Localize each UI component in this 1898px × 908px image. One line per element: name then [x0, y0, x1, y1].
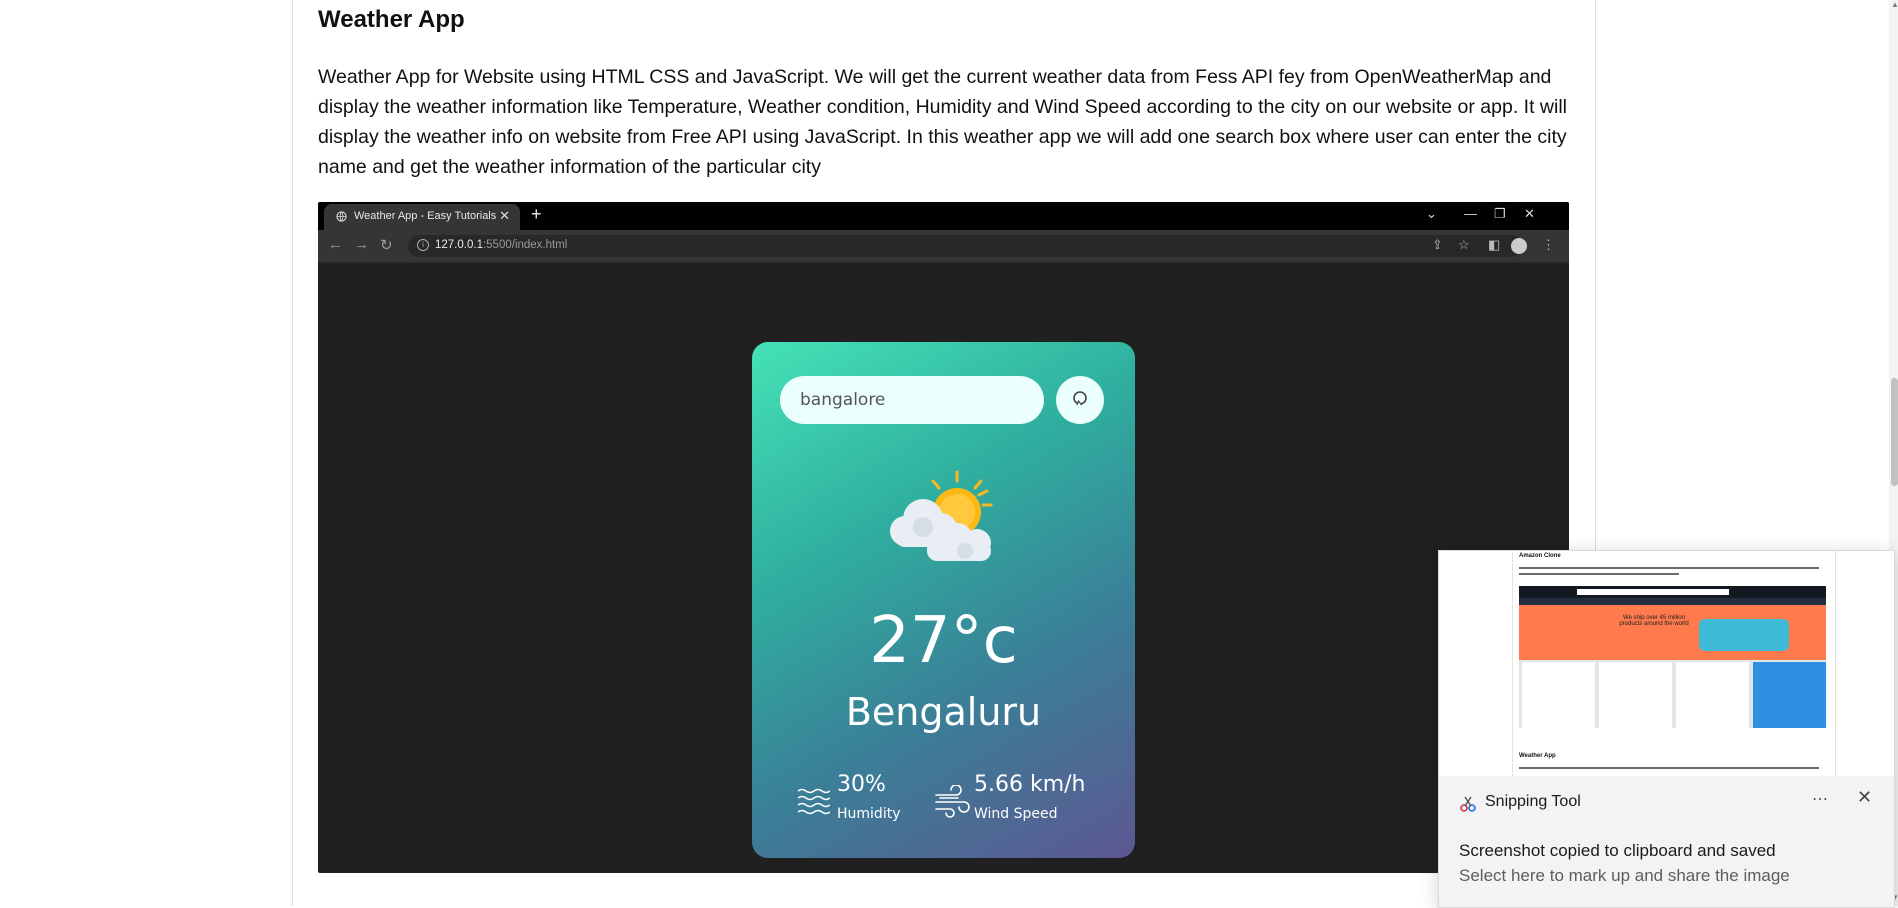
screenshot-preview[interactable]: Amazon Clone We ship over 45 million pro… — [1439, 551, 1894, 776]
scroll-up-icon[interactable]: ▲ — [1891, 0, 1898, 9]
preview-footer-heading: Weather App — [1519, 753, 1556, 759]
url-path: :5500/index.html — [482, 239, 568, 251]
browser-address-bar: ← → ↻ i 127.0.0.1:5500/index.html ⇪ ☆ ◧ … — [318, 230, 1569, 263]
weather-card: 27°c Bengaluru 30% Humidity 5.66 km/h Wi… — [752, 342, 1135, 858]
weather-app-screenshot: Weather App - Easy Tutorials ✕ + ⌄ — ❐ ✕… — [318, 202, 1569, 873]
share-icon[interactable]: ⇪ — [1432, 237, 1443, 253]
wind-icon — [935, 785, 970, 818]
browser-tab-bar: Weather App - Easy Tutorials ✕ + ⌄ — ❐ ✕ — [318, 202, 1569, 230]
tab-close-icon[interactable]: ✕ — [499, 208, 510, 224]
search-icon — [1073, 391, 1087, 406]
snipping-tool-notification[interactable]: Amazon Clone We ship over 45 million pro… — [1438, 550, 1895, 908]
browser-tab[interactable]: Weather App - Easy Tutorials ✕ — [324, 204, 520, 230]
wind-speed-label: Wind Speed — [974, 806, 1058, 822]
city-name: Bengaluru — [845, 690, 1042, 734]
back-icon[interactable]: ← — [328, 236, 343, 253]
profile-avatar-icon[interactable] — [1511, 238, 1527, 254]
humidity-waves-icon — [797, 788, 830, 815]
tab-search-icon[interactable]: ⌄ — [1426, 206, 1437, 222]
wind-speed-value: 5.66 km/h — [974, 772, 1086, 797]
partly-cloudy-sun-icon — [890, 470, 993, 561]
restore-icon[interactable]: ❐ — [1494, 206, 1506, 222]
temperature: 27°c — [869, 604, 1018, 678]
search-button[interactable] — [1056, 376, 1104, 424]
humidity-label: Humidity — [837, 806, 901, 822]
snipping-tool-icon — [1460, 796, 1476, 812]
reload-icon[interactable]: ↻ — [380, 236, 393, 254]
toast-sub-message: Select here to mark up and share the ima… — [1459, 866, 1790, 885]
preview-hero-text: We ship over 45 million products around … — [1619, 615, 1689, 627]
toast-close-icon[interactable]: ✕ — [1857, 787, 1872, 808]
side-panel-icon[interactable]: ◧ — [1488, 237, 1500, 253]
toast-message: Screenshot copied to clipboard and saved — [1459, 841, 1776, 860]
toast-app-name: Snipping Tool — [1485, 793, 1581, 810]
tab-title: Weather App - Easy Tutorials — [354, 210, 497, 222]
bookmark-star-icon[interactable]: ☆ — [1458, 237, 1470, 253]
site-info-icon[interactable]: i — [417, 239, 429, 251]
article-description: Weather App for Website using HTML CSS a… — [318, 66, 1568, 178]
preview-amazon-image: We ship over 45 million products around … — [1519, 586, 1826, 728]
menu-kebab-icon[interactable]: ⋮ — [1542, 237, 1555, 253]
url-host: 127.0.0.1 — [435, 239, 483, 251]
article-title: Weather App — [318, 6, 465, 33]
globe-icon — [336, 211, 347, 222]
preview-heading: Amazon Clone — [1519, 553, 1561, 559]
scrollbar-thumb[interactable] — [1891, 378, 1898, 486]
minimize-icon[interactable]: — — [1464, 206, 1477, 221]
forward-icon[interactable]: → — [354, 236, 369, 253]
humidity-value: 30% — [837, 772, 886, 797]
city-search-input[interactable] — [780, 376, 1044, 424]
close-window-icon[interactable]: ✕ — [1524, 206, 1535, 222]
new-tab-icon[interactable]: + — [531, 204, 542, 225]
more-options-icon[interactable]: ⋯ — [1812, 789, 1829, 809]
url-field[interactable]: i 127.0.0.1:5500/index.html — [408, 235, 1523, 257]
